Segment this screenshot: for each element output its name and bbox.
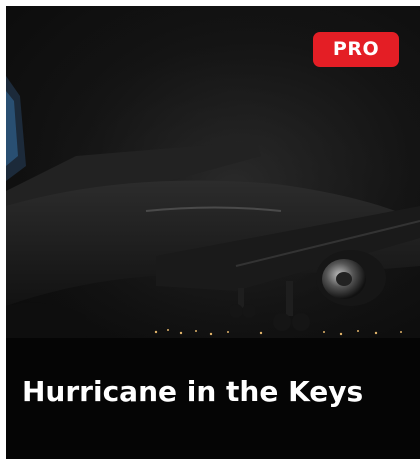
scenario-thumbnail: PRO — [6, 6, 420, 338]
scenario-card[interactable]: PRO Hurricane in the Keys — [6, 6, 420, 459]
pro-badge: PRO — [313, 32, 399, 67]
scenario-title: Hurricane in the Keys — [22, 375, 364, 408]
